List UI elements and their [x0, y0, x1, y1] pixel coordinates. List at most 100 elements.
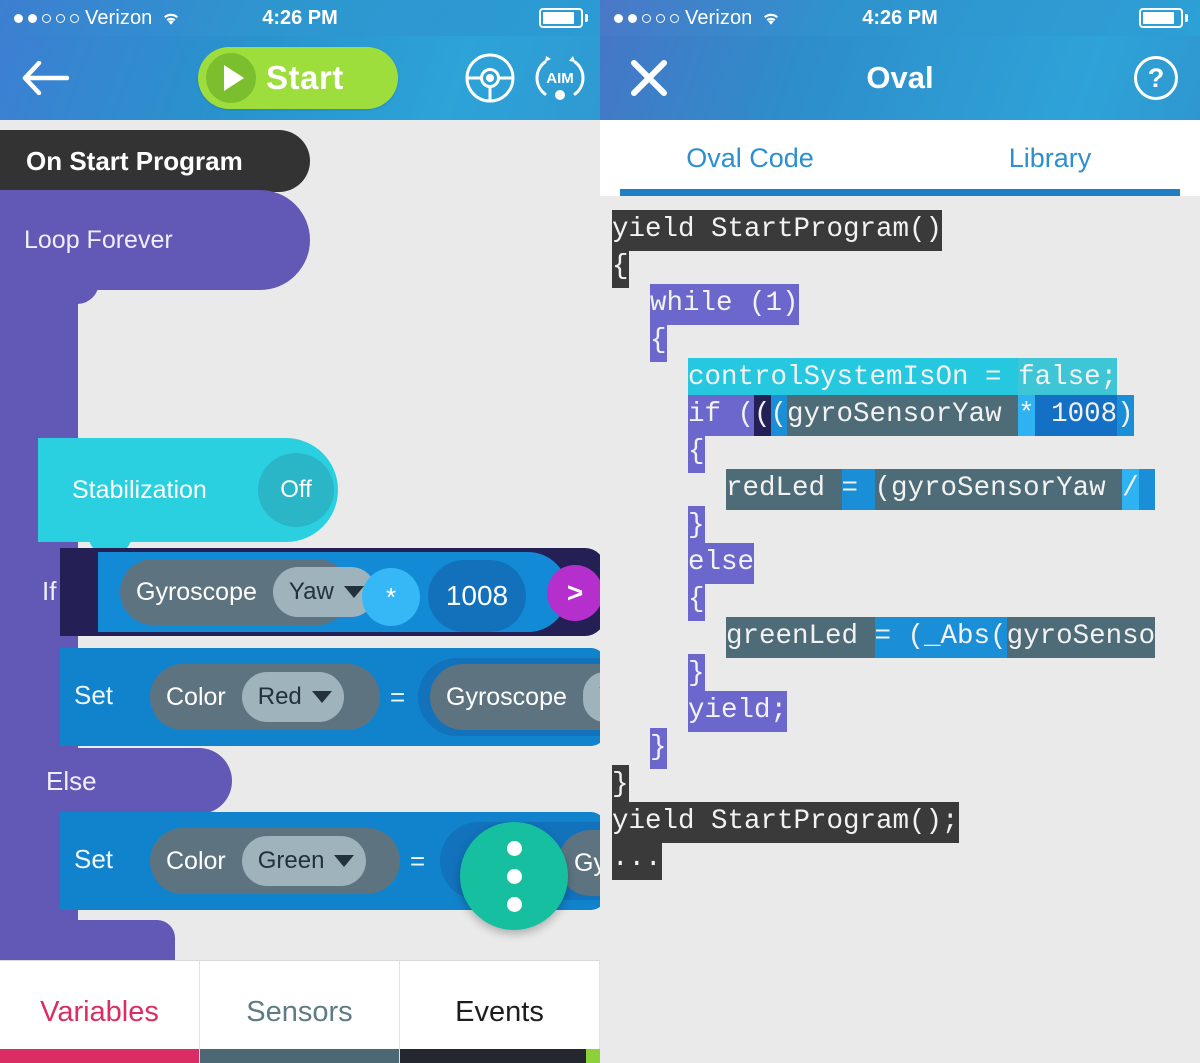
tab-sensors-label: Sensors: [246, 995, 353, 1028]
tab-oval-code[interactable]: Oval Code: [600, 120, 1180, 196]
code-token: gyroSenso: [1006, 617, 1156, 658]
code-line: else: [600, 543, 1200, 584]
tab-oval-code-underline: [620, 189, 1180, 196]
set-red-equals: =: [390, 682, 406, 712]
code-line: }: [600, 765, 1200, 806]
code-token: {: [688, 580, 705, 621]
clock-label: 4:26 PM: [862, 6, 938, 29]
code-token: false;: [1018, 358, 1118, 399]
code-token: (gyroSensorYaw: [874, 469, 1123, 510]
code-token: ...: [612, 839, 662, 880]
set-red-sensor-capsule[interactable]: Gyroscope Y: [430, 664, 600, 730]
code-token: yield;: [688, 691, 788, 732]
code-line: }: [600, 654, 1200, 695]
left-nav-right-icons: AIM: [464, 50, 588, 106]
code-token: if (: [688, 395, 755, 436]
code-token: {: [612, 247, 629, 288]
code-token: /: [1122, 469, 1139, 510]
set-green-equals: =: [410, 846, 426, 876]
if-sensor-label: Gyroscope: [136, 577, 257, 606]
aim-icon[interactable]: AIM: [532, 50, 588, 106]
if-operator-label: *: [385, 581, 397, 612]
bottom-edge-right: [586, 1049, 600, 1063]
block-stabilization[interactable]: Stabilization Off: [38, 438, 338, 556]
code-line: yield StartProgram(): [600, 210, 1200, 251]
tab-events-indicator: [400, 1049, 599, 1063]
start-button-label: Start: [266, 59, 344, 96]
code-line: {: [600, 247, 1200, 288]
tab-events[interactable]: Events: [400, 961, 600, 1063]
code-token: {: [650, 321, 667, 362]
tab-sensors[interactable]: Sensors: [200, 961, 400, 1063]
close-icon[interactable]: [618, 58, 680, 98]
steering-wheel-icon[interactable]: [464, 52, 516, 104]
set-red-value-slot[interactable]: Gyroscope Y: [418, 658, 600, 736]
code-token: *: [1018, 395, 1035, 436]
code-line: {: [600, 432, 1200, 473]
block-loop-forever-label: Loop Forever: [24, 225, 173, 254]
code-token: [1138, 469, 1156, 510]
start-button[interactable]: Start: [198, 47, 398, 109]
code-token: ): [1117, 395, 1134, 436]
code-token: redLed: [726, 469, 842, 510]
block-else[interactable]: Else: [0, 748, 232, 814]
set-green-label: Set: [74, 844, 114, 874]
block-if-condition[interactable]: If Gyroscope Yaw * 1008 >: [42, 548, 600, 636]
more-options-button[interactable]: [460, 822, 568, 930]
if-number-field[interactable]: 1008: [428, 560, 526, 632]
code-viewer[interactable]: yield StartProgram(){while (1){controlSy…: [600, 196, 1200, 1063]
back-arrow-icon[interactable]: [14, 61, 76, 95]
code-token: {: [688, 432, 705, 473]
help-icon[interactable]: ?: [1134, 56, 1178, 100]
chevron-down-icon: [343, 586, 364, 598]
code-token: (_Abs(: [907, 617, 1007, 658]
stabilization-toggle[interactable]: Off: [258, 453, 334, 527]
code-token: greenLed: [726, 617, 875, 658]
code-line: yield StartProgram();: [600, 802, 1200, 843]
code-line: ...: [600, 839, 1200, 880]
block-canvas[interactable]: On Start Program Loop Forever Stabilizat…: [0, 120, 600, 960]
tab-variables[interactable]: Variables: [0, 961, 200, 1063]
set-red-property-capsule[interactable]: Color Red: [150, 664, 380, 730]
if-number-value: 1008: [445, 580, 509, 611]
code-line: {: [600, 321, 1200, 362]
code-token: =: [841, 469, 875, 510]
set-red-color-dropdown[interactable]: Red: [241, 672, 344, 722]
set-red-axis-dropdown[interactable]: Y: [582, 672, 600, 722]
set-green-color-dropdown[interactable]: Green: [241, 836, 367, 886]
tab-variables-label: Variables: [40, 995, 159, 1028]
code-token: (: [754, 395, 771, 436]
left-panel: Verizon 4:26 PM Start AIM On Start Progr…: [0, 0, 600, 1063]
set-green-property-capsule[interactable]: Color Green: [150, 828, 400, 894]
code-token: else: [688, 543, 755, 584]
if-compare-label: >: [566, 577, 584, 608]
if-operator-multiply[interactable]: *: [362, 568, 420, 626]
tab-library[interactable]: Library: [900, 120, 1200, 196]
code-token: while (1): [650, 284, 799, 325]
code-line: if (((gyroSensorYaw * 1008): [600, 395, 1200, 436]
block-loop-forever[interactable]: Loop Forever: [0, 190, 310, 304]
if-sensor-capsule[interactable]: Gyroscope Yaw: [120, 559, 376, 625]
code-token: yield StartProgram(): [612, 210, 943, 251]
tab-events-label: Events: [455, 995, 544, 1028]
code-line: while (1): [600, 284, 1200, 325]
aim-label: AIM: [546, 70, 574, 87]
if-axis-dropdown[interactable]: Yaw: [272, 567, 376, 617]
code-token: }: [688, 506, 705, 547]
block-else-label: Else: [46, 765, 97, 796]
tab-sensors-indicator: [200, 1049, 399, 1063]
code-line: }: [600, 506, 1200, 547]
block-on-start-program[interactable]: On Start Program: [0, 130, 310, 208]
clock-label: 4:26 PM: [262, 6, 338, 29]
set-green-property-label: Color: [166, 846, 226, 875]
left-bottom-tab-bar: Variables Sensors Events: [0, 960, 600, 1063]
code-token: 1008: [1034, 395, 1118, 436]
if-condition-slot[interactable]: Gyroscope Yaw * 1008: [98, 552, 568, 632]
block-set-color-red[interactable]: Set Color Red = Gyroscope Y: [60, 648, 600, 746]
right-panel: Verizon 4:26 PM Oval ? Oval Code Library…: [600, 0, 1200, 1063]
code-token: =: [874, 617, 908, 658]
block-on-start-program-label: On Start Program: [26, 145, 243, 176]
code-token: (: [770, 395, 788, 436]
code-line: {: [600, 580, 1200, 621]
if-compare-operator[interactable]: >: [547, 565, 600, 621]
